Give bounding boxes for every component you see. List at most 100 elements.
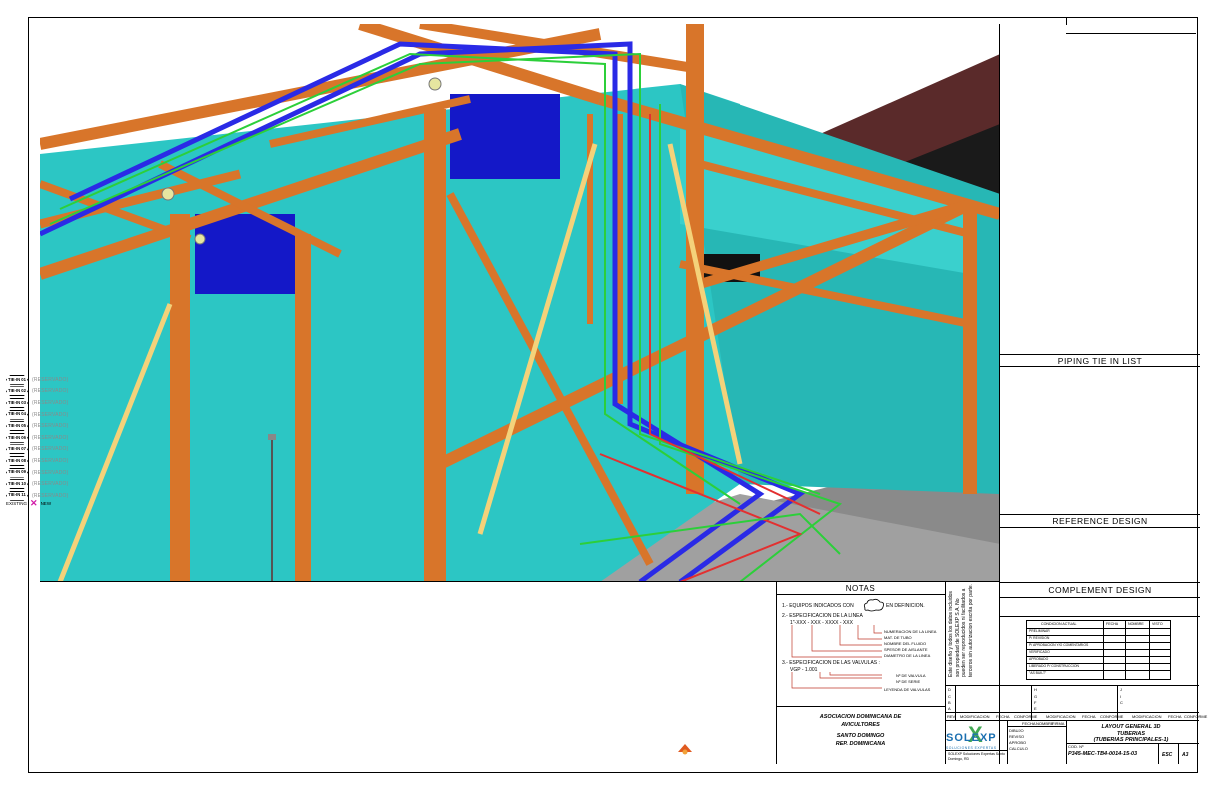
tie-in-tag: TIE-IN 08 — [6, 455, 28, 466]
client-line-3: SANTO DOMINGO — [836, 733, 885, 739]
sig-label: APROBO — [1009, 740, 1027, 745]
tie-in-row[interactable]: TIE-IN 08 (RESERVADO) — [6, 455, 196, 467]
rev-letter: C — [948, 694, 951, 699]
frame-tick — [1066, 33, 1196, 34]
rev-letter: A — [948, 706, 951, 711]
rev-letter: I — [1120, 694, 1122, 699]
tie-in-row[interactable]: TIE-IN 07 (RESERVADO) — [6, 444, 196, 456]
sig-header: FECHA — [1022, 721, 1036, 726]
tie-in-row[interactable]: TIE-IN 03 (RESERVADO) — [6, 397, 196, 409]
condition-table: CONDICION ACTUAL FECHA NOMBRE VISTO PREL… — [1026, 620, 1171, 680]
rev-header: CONFORME — [1184, 714, 1208, 719]
client-line-2: AVICULTORES — [841, 722, 880, 728]
note-2-label: MAT. DE TUBO — [884, 635, 912, 640]
rev-letter: G — [1034, 694, 1038, 699]
tie-in-row[interactable]: TIE-IN 06 (RESERVADO) — [6, 432, 196, 444]
sig-label: REVISO — [1009, 734, 1025, 739]
note-1: 1.- EQUIPOS INDICADOS CON — [782, 603, 854, 609]
cond-row: "AS BUILT" — [1027, 670, 1170, 675]
divider — [1000, 616, 1200, 617]
cond-header-seen: VISTO — [1152, 622, 1163, 626]
doc-label: COD. Nº — [1068, 744, 1084, 749]
tie-in-row[interactable]: TIE-IN 09 (RESERVADO) — [6, 467, 196, 479]
rev-header: MODIFICACION — [960, 714, 990, 719]
sheet-size: A3 — [1182, 752, 1189, 758]
drawing-title: LAYOUT GENERAL 3D TUBERIAS (TUBERIAS PRI… — [1066, 724, 1196, 744]
cond-header-date: FECHA — [1106, 622, 1119, 626]
note-3-label: LEYENDA DE VALVULAS — [884, 687, 931, 692]
client-line-4: REP. DOMINICANA — [835, 741, 886, 747]
tie-in-tag: TIE-IN 03 — [6, 397, 28, 408]
rev-header: FECHA — [996, 714, 1010, 719]
cond-row: APROBADO — [1027, 656, 1170, 661]
tie-in-tag: TIE-IN 02 — [6, 386, 28, 397]
cond-header-name: NOMBRE — [1128, 622, 1144, 626]
tie-in-row[interactable]: TIE-IN 05 (RESERVADO) — [6, 420, 196, 432]
rev-header: MODIFICACION — [1132, 714, 1162, 719]
rev-letter: D — [948, 687, 951, 692]
rev-letter: C — [1120, 700, 1123, 705]
reference-design-title: REFERENCE DESIGN — [1052, 516, 1148, 526]
cloud-icon — [863, 598, 884, 612]
logo-text: SOLEXP — [946, 732, 997, 744]
tie-in-tag: TIE-IN 07 — [6, 444, 28, 455]
client-line-1: ASOCIACION DOMINICANA DE — [819, 714, 902, 720]
tie-in-status: (RESERVADO) — [32, 411, 69, 418]
tie-in-tag: TIE-IN 09 — [6, 467, 28, 478]
tie-in-tag: TIE-IN 01 — [6, 374, 28, 385]
note-3-label: Nº DE SERIE — [896, 679, 921, 684]
cond-row: P/ APROBACION Y/O COMENTARIOS — [1027, 642, 1170, 647]
note-3-label: Nº DE VALVULA — [896, 673, 926, 678]
cond-row: PRELIMINAR — [1027, 628, 1170, 633]
cross-icon: ✕ — [30, 498, 38, 508]
rev-letter: F — [1034, 700, 1037, 705]
rev-letter: E — [1034, 706, 1037, 711]
tie-in-row[interactable]: TIE-IN 01 (RESERVADO) — [6, 374, 196, 386]
rev-letter: J — [1120, 687, 1122, 692]
rev-header: CONFORME — [1100, 714, 1124, 719]
tie-in-tag: TIE-IN 05 — [6, 421, 28, 432]
note-2-label: DIAMETRO DE LA LINEA — [884, 653, 931, 658]
sig-header: NOMBRE — [1036, 721, 1054, 726]
cond-header-status: CONDICION ACTUAL — [1041, 622, 1077, 626]
tie-in-status: (RESERVADO) — [32, 399, 69, 406]
rev-header: FECHA — [1168, 714, 1182, 719]
tie-in-row[interactable]: TIE-IN 02 (RESERVADO) — [6, 386, 196, 398]
legend-new: NEW — [40, 500, 52, 506]
tie-in-status: (RESERVADO) — [32, 376, 69, 383]
note-2-label: NOMBRE DEL FLUIDO — [884, 641, 927, 646]
cond-row: LIBERADO P/ CONSTRUCCION — [1027, 663, 1170, 668]
tie-in-status: (RESERVADO) — [32, 423, 69, 430]
tie-in-status: (RESERVADO) — [32, 469, 69, 476]
note-2-label: SPESOR DE AISLANTE — [884, 647, 928, 652]
note-2-label: NUMERACION DE LA LINEA — [884, 629, 937, 634]
tie-in-list: TIE-IN 01 (RESERVADO) TIE-IN 02 (RESERVADO… — [6, 374, 196, 502]
north-arrow-icon — [678, 744, 692, 755]
tie-in-legend: EXISTING ✕ NEW — [6, 498, 52, 508]
tie-in-status: (RESERVADO) — [32, 457, 69, 464]
legend-existing: EXISTING — [6, 500, 28, 506]
piping-tie-in-title: PIPING TIE IN LIST — [1057, 356, 1143, 366]
tie-in-status: (RESERVADO) — [32, 481, 69, 488]
tie-in-row[interactable]: TIE-IN 04 (RESERVADO) — [6, 409, 196, 421]
note-2: 2.- ESPECIFICACION DE LA LINEA — [782, 613, 863, 619]
tie-in-status: (RESERVADO) — [32, 446, 69, 453]
sig-label: CALCULO — [1009, 746, 1028, 751]
complement-design-title: COMPLEMENT DESIGN — [1048, 585, 1152, 595]
divider — [1000, 354, 1200, 355]
copyright-notice: Este diseño y todos los datos incluidos … — [948, 583, 974, 677]
note-3: 3.- ESPECIFICACION DE LAS VALVULAS : — [782, 660, 880, 666]
frame-tick — [1066, 17, 1067, 25]
tie-in-tag: TIE-IN 10 — [6, 479, 28, 490]
rev-letter: B — [948, 700, 951, 705]
note-1-tail: EN DEFINICION. — [886, 603, 925, 609]
company-address: SOLEXP Soluciones Expertas Santo Domingo… — [948, 752, 1005, 761]
line-spec-leaders — [791, 625, 882, 658]
tie-in-row[interactable]: TIE-IN 10 (RESERVADO) — [6, 478, 196, 490]
tie-in-status: (RESERVADO) — [32, 434, 69, 441]
divider — [1000, 527, 1200, 528]
valve-spec-leaders — [791, 672, 882, 689]
cond-row: VERIFICADO — [1027, 649, 1170, 654]
scale-label: ESC — [1162, 752, 1173, 758]
sig-header: FIRMA — [1052, 721, 1065, 726]
